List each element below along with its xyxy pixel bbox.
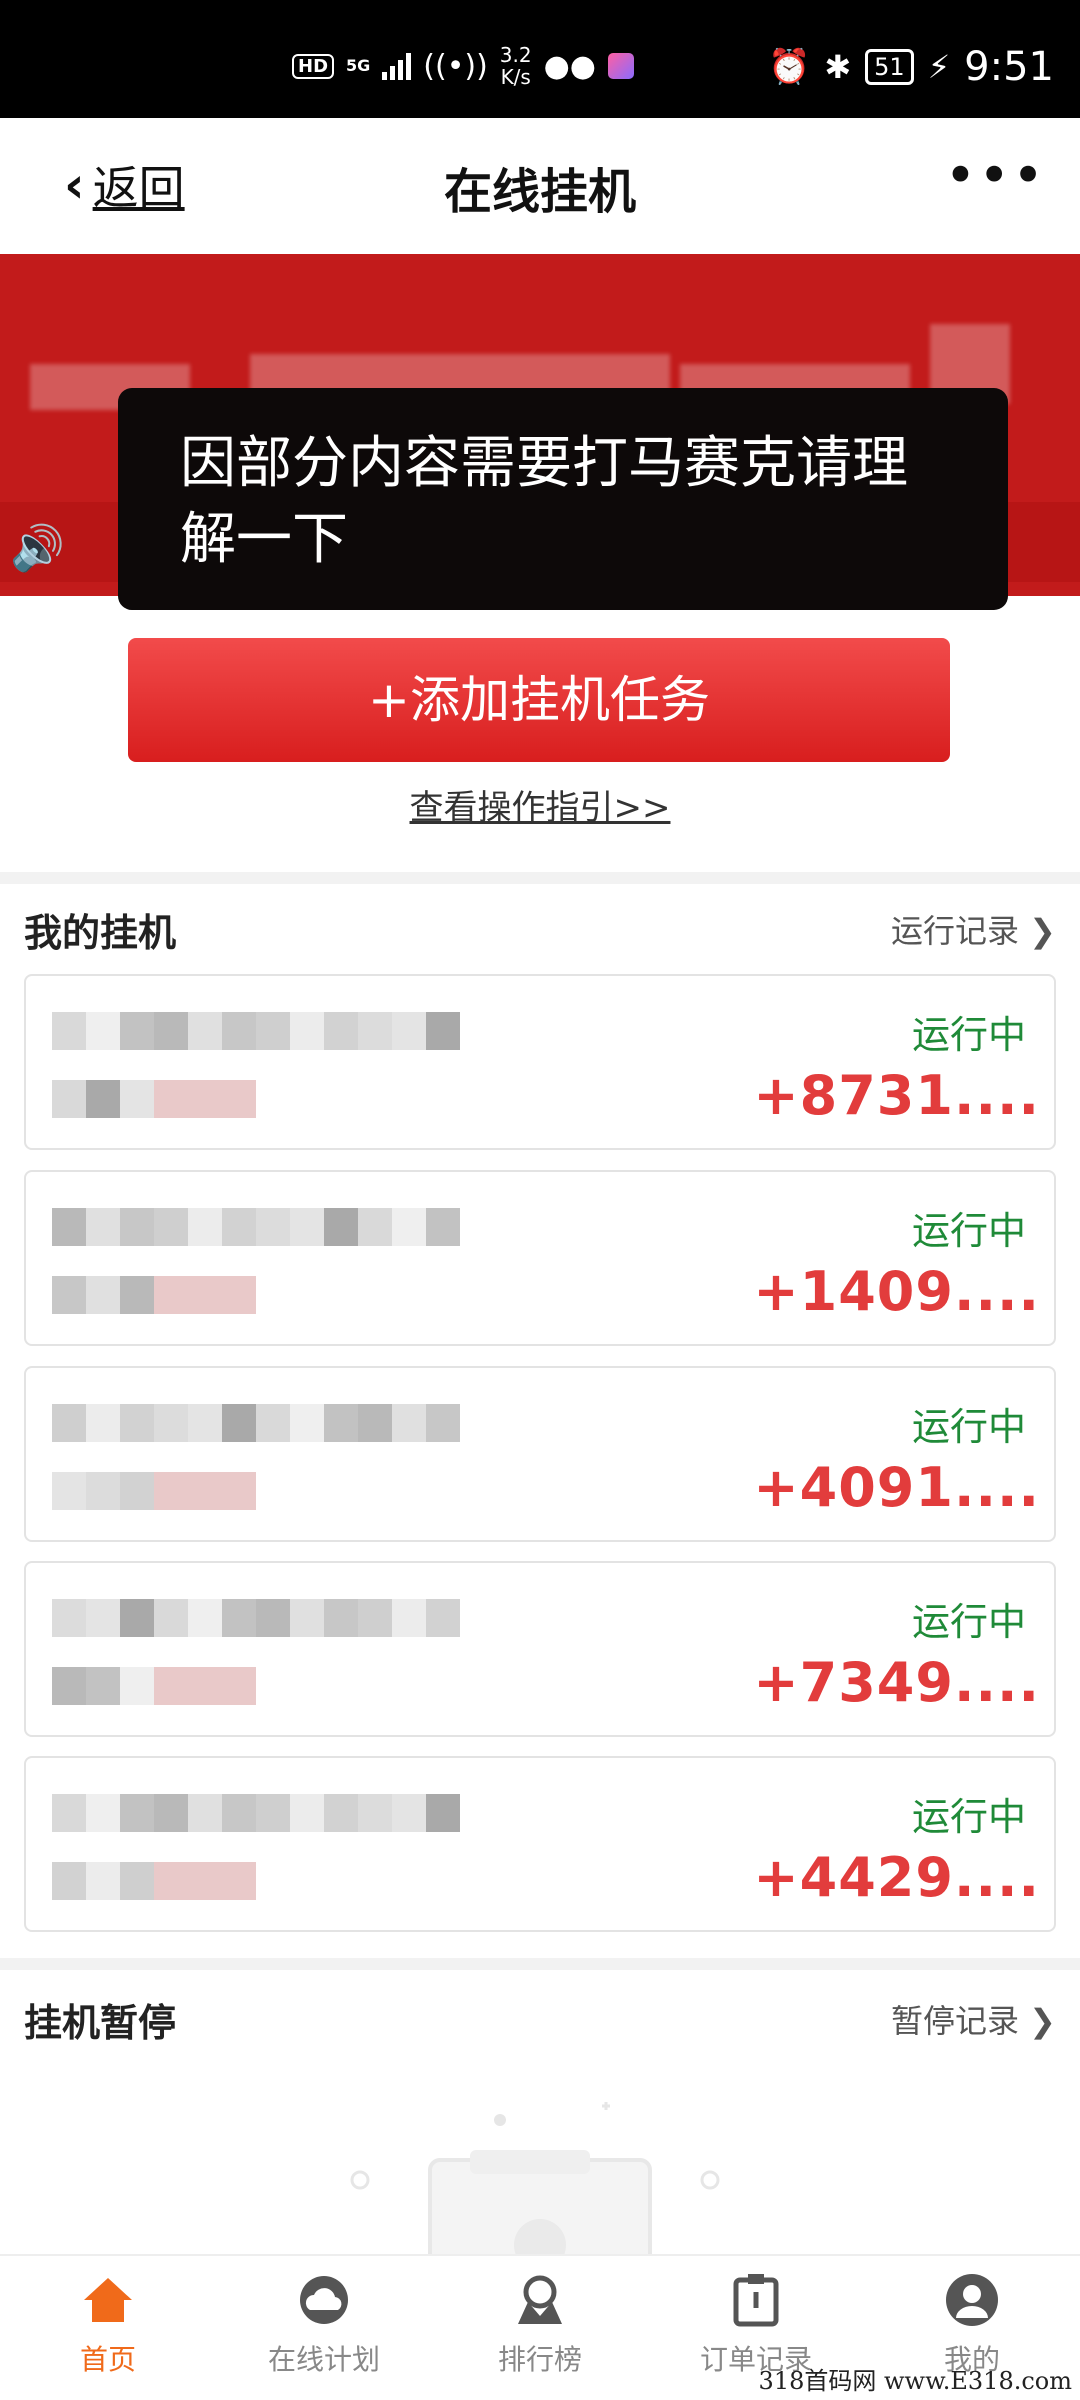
nav-label: 首页 — [79, 2343, 136, 2376]
paused-title: 挂机暂停 — [24, 2001, 177, 2045]
section-divider — [0, 872, 1080, 884]
clipboard-icon — [733, 2274, 779, 2327]
home-icon — [84, 2278, 132, 2322]
task-name-mosaic — [52, 1208, 460, 1246]
wechat-icon: ●● — [543, 48, 596, 84]
task-status: 运行中 — [911, 1013, 1026, 1057]
task-amount: +7349.... — [753, 1651, 1040, 1714]
more-menu-button[interactable]: ••• — [944, 144, 1046, 207]
speaker-icon: 🔊 — [10, 523, 65, 574]
task-status: 运行中 — [911, 1209, 1026, 1253]
cloud-icon — [300, 2276, 348, 2324]
bluetooth-icon: ✱ — [824, 48, 852, 86]
task-name-mosaic — [52, 1012, 460, 1050]
network-speed: 3.2 K/s — [500, 44, 532, 88]
pause-records-link[interactable]: 暂停记录 ❯ — [891, 1996, 1056, 2042]
nav-label: 在线计划 — [267, 2343, 380, 2376]
nav-ranking[interactable]: 排行榜 — [432, 2256, 648, 2400]
my-tasks-title: 我的挂机 — [24, 911, 177, 955]
app-header: ‹ 返回 在线挂机 ••• — [0, 118, 1080, 254]
signal-icon — [382, 52, 412, 80]
add-task-button[interactable]: +添加挂机任务 — [128, 638, 950, 762]
task-card[interactable]: 运行中 +4091.... — [24, 1366, 1056, 1542]
hotspot-icon: ((•)) — [423, 48, 488, 84]
task-detail-mosaic — [52, 1472, 256, 1510]
task-name-mosaic — [52, 1599, 460, 1637]
task-card[interactable]: 运行中 +8731.... — [24, 974, 1056, 1150]
task-detail-mosaic — [52, 1862, 256, 1900]
speed-unit: K/s — [500, 65, 531, 89]
status-right: ⏰ ✱ 51 ⚡ 9:51 — [768, 44, 1054, 90]
alarm-icon: ⏰ — [768, 47, 811, 87]
empty-state-illustration — [350, 2102, 720, 2260]
task-amount: +4429.... — [753, 1846, 1040, 1909]
clock: 9:51 — [964, 44, 1054, 90]
task-card[interactable]: 运行中 +4429.... — [24, 1756, 1056, 1932]
task-status: 运行中 — [911, 1600, 1026, 1644]
status-bar: HD 5G ((•)) 3.2 K/s ●● ⏰ ✱ 51 ⚡ 9:51 — [0, 0, 1080, 118]
charging-icon: ⚡ — [927, 48, 951, 86]
nav-label: 排行榜 — [497, 2343, 582, 2376]
nav-online-plan[interactable]: 在线计划 — [216, 2256, 432, 2400]
task-card[interactable]: 运行中 +1409.... — [24, 1170, 1056, 1346]
user-icon — [946, 2274, 998, 2326]
guide-link[interactable]: 查看操作指引>> — [0, 780, 1080, 829]
hd-icon: HD — [292, 53, 335, 79]
task-status: 运行中 — [911, 1405, 1026, 1449]
task-card[interactable]: 运行中 +7349.... — [24, 1561, 1056, 1737]
status-left: HD 5G ((•)) 3.2 K/s ●● — [292, 44, 634, 88]
speed-value: 3.2 — [499, 43, 532, 67]
task-amount: +8731.... — [753, 1064, 1040, 1127]
task-amount: +4091.... — [753, 1456, 1040, 1519]
mosaic-notice: 因部分内容需要打马赛克请理解一下 — [118, 388, 1008, 610]
task-detail-mosaic — [52, 1276, 256, 1314]
task-detail-mosaic — [52, 1667, 256, 1705]
section-divider — [0, 1958, 1080, 1970]
network-type: 5G — [346, 56, 371, 75]
task-status: 运行中 — [911, 1795, 1026, 1839]
nav-home[interactable]: 首页 — [0, 2256, 216, 2400]
task-name-mosaic — [52, 1794, 460, 1832]
battery-icon: 51 — [865, 49, 914, 85]
app-notification-icon — [607, 53, 634, 79]
site-watermark: 318首码网 www.E318.com — [758, 2367, 1072, 2395]
run-records-link[interactable]: 运行记录 ❯ — [891, 906, 1056, 952]
task-name-mosaic — [52, 1404, 460, 1442]
ranking-icon — [518, 2275, 562, 2324]
page-title: 在线挂机 — [443, 164, 636, 220]
task-detail-mosaic — [52, 1080, 256, 1118]
task-amount: +1409.... — [753, 1260, 1040, 1323]
